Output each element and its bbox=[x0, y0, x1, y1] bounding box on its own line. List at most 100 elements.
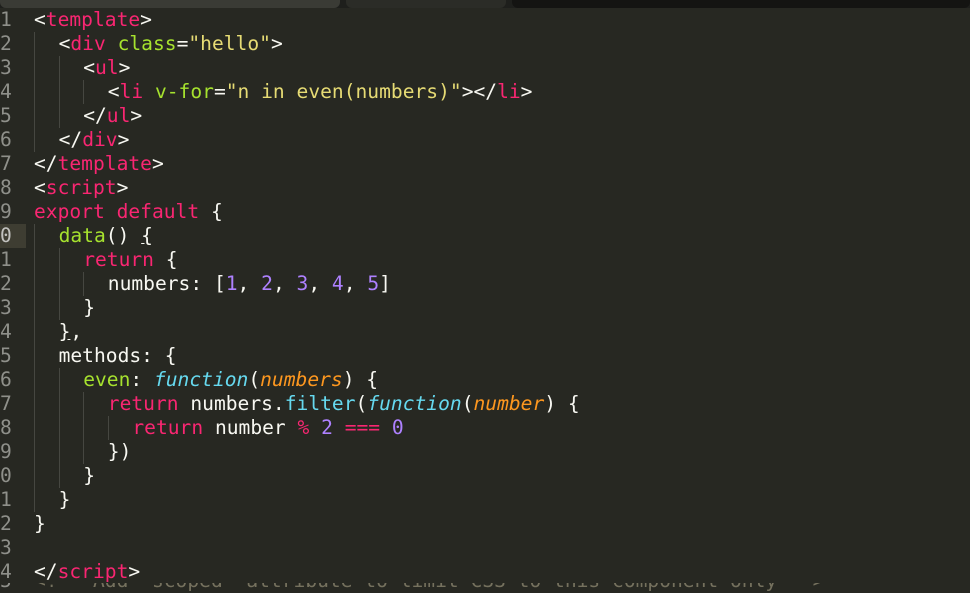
token-punct: : bbox=[130, 368, 154, 391]
token-key: methods: { bbox=[58, 344, 177, 367]
indent-guide bbox=[58, 464, 60, 488]
code-content: <div class="hello"> bbox=[34, 32, 283, 56]
indent-guide bbox=[58, 56, 60, 80]
token-tag: div bbox=[82, 128, 118, 151]
token-number: 3 bbox=[296, 272, 309, 295]
cut-off-line: 5 <!-- Add "scoped" attribute to limit C… bbox=[0, 583, 970, 593]
line-number: 1 bbox=[0, 248, 12, 271]
matched-brace: { bbox=[141, 224, 153, 247]
token-function: data bbox=[58, 224, 106, 247]
token-punct: } bbox=[83, 464, 95, 487]
token-punct: ) { bbox=[342, 368, 379, 391]
code-line-14[interactable]: 4 }, bbox=[0, 320, 970, 344]
token-punct: , bbox=[343, 272, 368, 295]
line-number: 5 bbox=[0, 583, 26, 593]
indent-guide bbox=[34, 56, 35, 80]
code-content: even: function(numbers) { bbox=[34, 368, 378, 392]
token-punct: ></ bbox=[461, 80, 498, 103]
code-line-24[interactable]: 4 </script> bbox=[0, 560, 970, 584]
indent-guide bbox=[34, 416, 35, 440]
code-content: <ul> bbox=[34, 56, 130, 80]
line-number: 9 bbox=[0, 440, 12, 463]
indent-guide bbox=[83, 392, 85, 416]
code-line-9[interactable]: 9 export default { bbox=[0, 200, 970, 224]
token-tag: ul bbox=[94, 56, 119, 79]
code-line-25[interactable]: 5 <!-- Add "scoped" attribute to limit C… bbox=[0, 583, 970, 593]
indent-guide bbox=[34, 368, 35, 392]
line-number: 0 bbox=[0, 464, 12, 487]
code-line-20[interactable]: 0 } bbox=[0, 464, 970, 488]
code-content: </div> bbox=[34, 128, 129, 152]
code-line-6[interactable]: 6 </div> bbox=[0, 128, 970, 152]
indent-guide bbox=[34, 224, 35, 248]
indent-guide bbox=[58, 368, 60, 392]
code-line-12[interactable]: 2 numbers: [1, 2, 3, 4, 5] bbox=[0, 272, 970, 296]
code-content: data() { bbox=[34, 224, 153, 248]
code-line-3[interactable]: 3 <ul> bbox=[0, 56, 970, 80]
code-content: </script> bbox=[34, 560, 140, 584]
token-storage: function bbox=[153, 368, 249, 391]
token-keyword: return bbox=[132, 416, 204, 439]
tab-3[interactable] bbox=[512, 0, 970, 8]
line-number: 7 bbox=[0, 392, 12, 415]
code-content: numbers: [1, 2, 3, 4, 5] bbox=[34, 272, 391, 296]
indent-guide bbox=[58, 440, 60, 464]
code-line-2[interactable]: 2 <div class="hello"> bbox=[0, 32, 970, 56]
code-content: methods: { bbox=[34, 344, 177, 368]
code-line-19[interactable]: 9 }) bbox=[0, 440, 970, 464]
token-number: 2 bbox=[261, 272, 273, 295]
code-editor[interactable]: 1 <template> 2 <div class="hello"> 3 <ul… bbox=[0, 8, 970, 593]
line-number: 5 bbox=[0, 344, 12, 367]
code-line-15[interactable]: 5 methods: { bbox=[0, 344, 970, 368]
code-line-21[interactable]: 1 } bbox=[0, 488, 970, 512]
token-punct: > bbox=[116, 176, 129, 199]
code-content: <li v-for="n in even(numbers)"></li> bbox=[34, 80, 532, 104]
indent-guide bbox=[34, 440, 35, 464]
token-keyword: export default bbox=[34, 200, 200, 223]
indent-guide bbox=[34, 272, 35, 296]
code-line-13[interactable]: 3 } bbox=[0, 296, 970, 320]
code-content: }, bbox=[34, 320, 82, 344]
code-content: <template> bbox=[34, 8, 152, 32]
code-line-5[interactable]: 5 </ul> bbox=[0, 104, 970, 128]
indent-guide bbox=[34, 104, 35, 128]
token-punct: , bbox=[308, 272, 332, 295]
code-line-22[interactable]: 2 } bbox=[0, 512, 970, 536]
indent-guide bbox=[34, 392, 35, 416]
code-line-7[interactable]: 7 </template> bbox=[0, 152, 970, 176]
code-line-10[interactable]: 0 data() { bbox=[0, 224, 970, 248]
tab-2[interactable] bbox=[346, 0, 506, 8]
token-punct: </ bbox=[34, 560, 58, 583]
code-line-8[interactable]: 8 <script> bbox=[0, 176, 970, 200]
code-line-1[interactable]: 1 <template> bbox=[0, 8, 970, 32]
token-punct: ] bbox=[379, 272, 391, 295]
token-parameter: number bbox=[473, 392, 545, 415]
code-line-16[interactable]: 6 even: function(numbers) { bbox=[0, 368, 970, 392]
code-line-18[interactable]: 8 return number % 2 === 0 bbox=[0, 416, 970, 440]
token-punct: </ bbox=[83, 104, 107, 127]
token-punct: < bbox=[58, 32, 71, 55]
code-line-17[interactable]: 7 return numbers.filter(function(number)… bbox=[0, 392, 970, 416]
token-keyword: return bbox=[83, 248, 154, 271]
code-content: }) bbox=[34, 440, 131, 464]
token-tag: li bbox=[119, 80, 144, 103]
line-number: 4 bbox=[0, 560, 12, 583]
token-punct: > bbox=[151, 152, 164, 175]
indent-guide bbox=[58, 104, 60, 128]
code-comment: <!-- Add "scoped" attribute to limit CSS… bbox=[34, 583, 824, 593]
token-number: 5 bbox=[367, 272, 380, 295]
code-line-11[interactable]: 1 return { bbox=[0, 248, 970, 272]
indent-guide bbox=[83, 272, 85, 296]
token-punct: > bbox=[270, 32, 283, 55]
token-operator: % bbox=[297, 416, 310, 439]
indent-guide bbox=[58, 80, 60, 104]
token-punct: < bbox=[83, 56, 95, 79]
code-line-23[interactable]: 3 bbox=[0, 536, 970, 560]
token-parameter: numbers bbox=[260, 368, 343, 391]
token-punct: > bbox=[128, 560, 141, 583]
token-tag: template bbox=[57, 152, 152, 175]
tab-1[interactable] bbox=[0, 0, 340, 8]
code-line-4[interactable]: 4 <li v-for="n in even(numbers)"></li> bbox=[0, 80, 970, 104]
